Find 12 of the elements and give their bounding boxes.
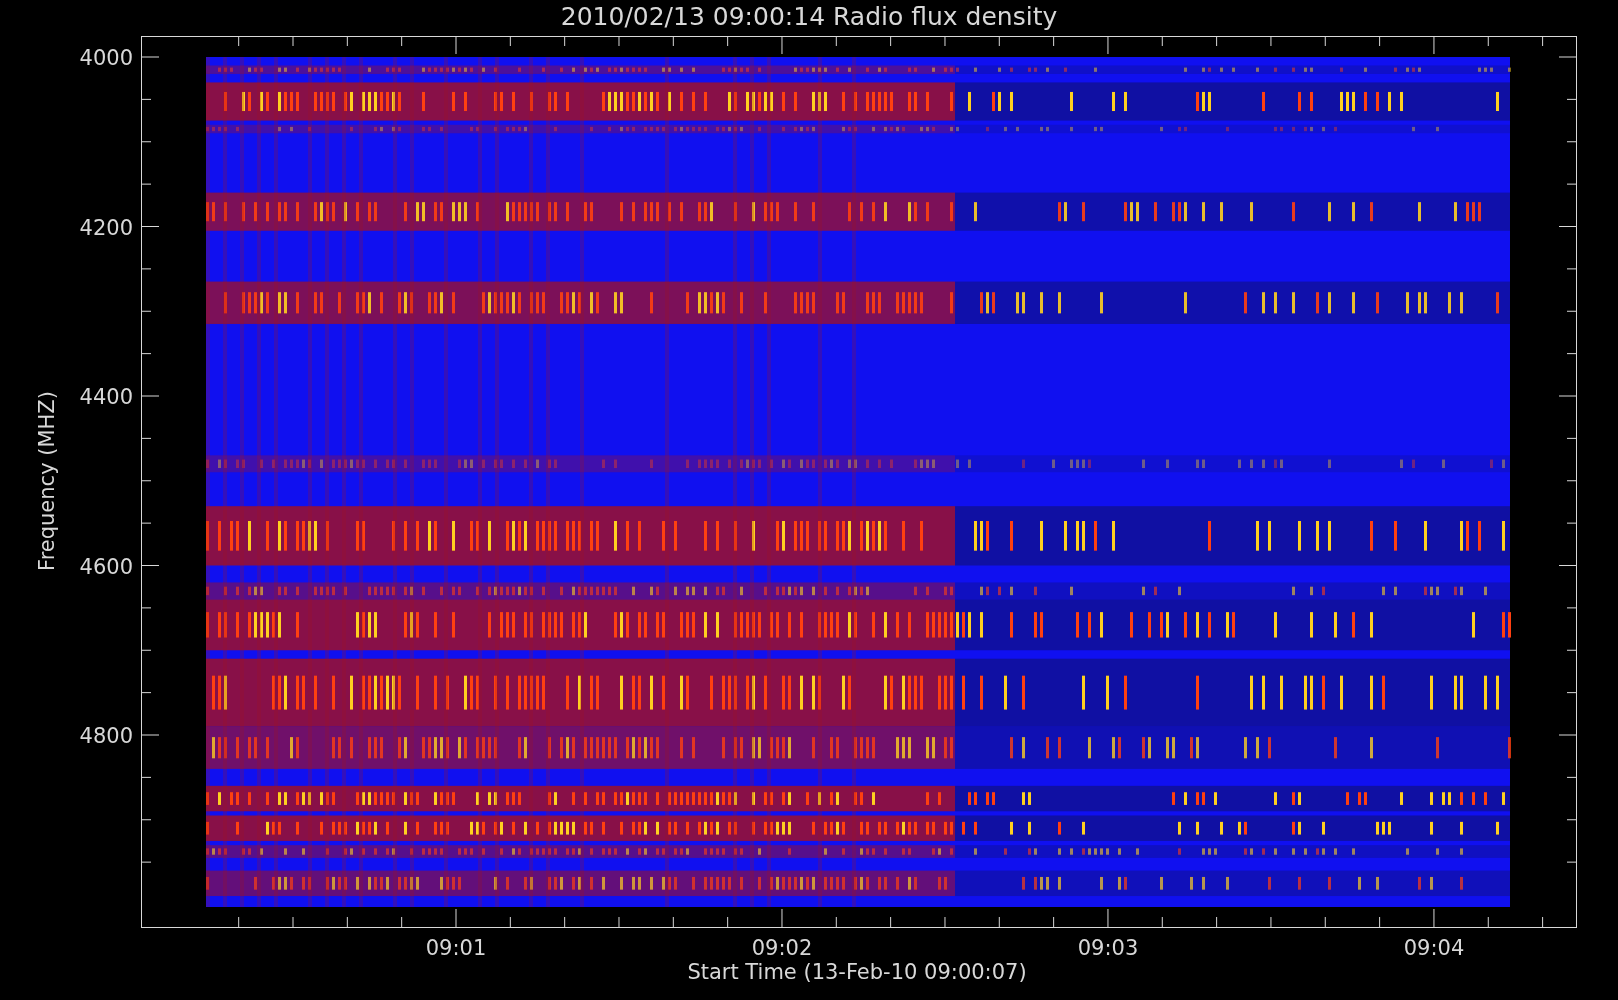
x-tick-label: 09:01 <box>425 936 487 960</box>
x-axis-label: Start Time (13-Feb-10 09:00:07) <box>687 960 1027 984</box>
y-tick-label: 4600 <box>79 554 133 579</box>
chart-title: 2010/02/13 09:00:14 Radio flux density <box>560 2 1058 31</box>
x-tick-label: 09:03 <box>1077 936 1139 960</box>
x-tick-label: 09:02 <box>751 936 813 960</box>
y-tick-label: 4400 <box>79 385 133 409</box>
y-axis-label: Frequency (MHZ) <box>35 391 59 571</box>
y-tick-label: 4000 <box>79 46 133 70</box>
x-tick-label: 09:04 <box>1403 936 1465 960</box>
y-tick-label: 4800 <box>79 724 133 748</box>
y-tick-label: 4200 <box>79 215 133 240</box>
